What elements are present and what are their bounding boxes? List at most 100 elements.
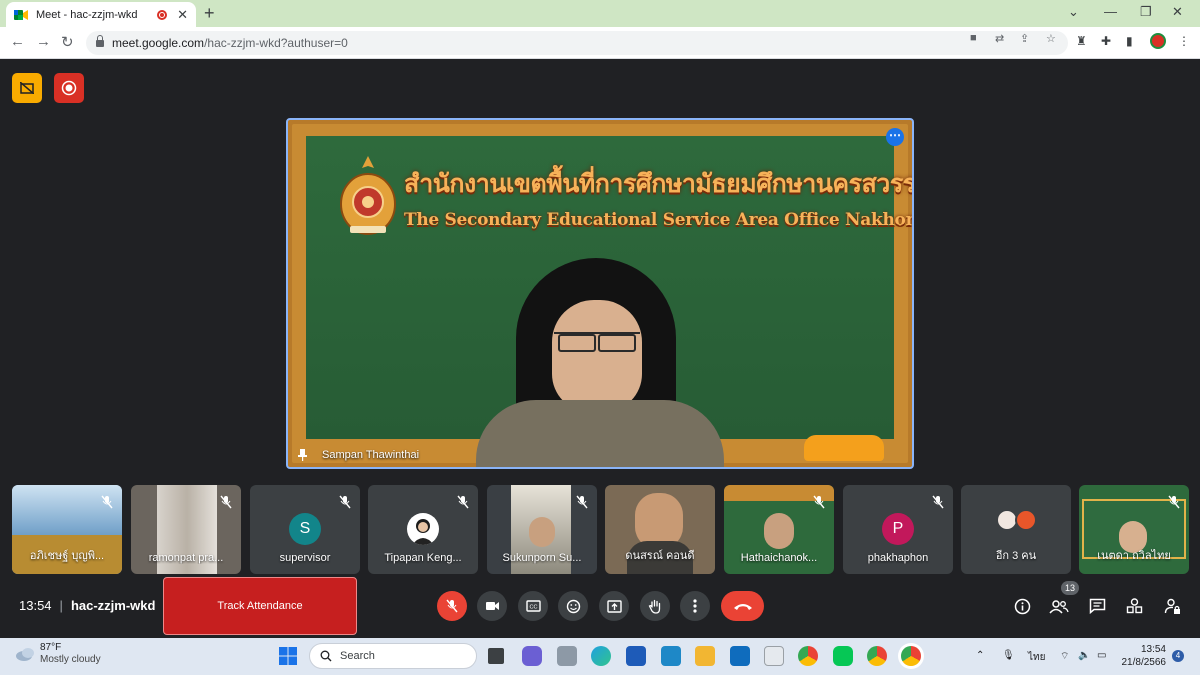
info-icon (1014, 598, 1030, 614)
chrome-profile-icon[interactable] (867, 646, 887, 666)
participant-tile[interactable]: Hathaichanok... (724, 485, 834, 574)
mic-off-icon (339, 495, 351, 509)
meeting-code: hac-zzjm-wkd (70, 598, 156, 613)
word-icon[interactable] (626, 646, 646, 666)
input-language[interactable]: ไทย (1028, 650, 1045, 665)
window-close-button[interactable]: ✕ (1172, 4, 1183, 20)
participant-tile[interactable]: Tipapan Keng... (368, 485, 478, 574)
bookmark-star-icon[interactable]: ☆ (1046, 32, 1056, 45)
mic-off-icon (101, 495, 113, 509)
new-tab-button[interactable]: + (204, 3, 215, 24)
recording-icon[interactable] (54, 73, 84, 103)
people-icon (1049, 599, 1069, 614)
more-participants-tile[interactable]: อีก 3 คน (961, 485, 1071, 574)
weather-widget[interactable]: 87°F Mostly cloudy (14, 642, 101, 666)
meeting-info: 13:54 | hac-zzjm-wkd (19, 598, 156, 613)
participant-tile[interactable]: ramonpat pra... (131, 485, 241, 574)
wifi-icon[interactable]: ⌔ (1060, 650, 1069, 663)
tab-close-icon[interactable]: ✕ (177, 7, 188, 23)
maximize-button[interactable]: ❐ (1140, 4, 1152, 20)
activities-button[interactable] (1124, 596, 1144, 616)
file-explorer-icon[interactable] (695, 646, 715, 666)
leave-call-button[interactable] (721, 591, 764, 621)
present-screen-button[interactable] (599, 591, 629, 621)
minimize-button[interactable]: — (1104, 4, 1117, 19)
extension-icon[interactable]: ♜ (1076, 34, 1087, 48)
edge-browser-icon[interactable] (591, 646, 611, 666)
back-arrow-icon[interactable]: ← (10, 33, 25, 50)
show-hidden-icons-chevron[interactable]: ⌃ (976, 650, 984, 661)
browser-toolbar: ← → ↻ meet.google.com/hac-zzjm-wkd?authu… (0, 27, 1200, 59)
task-view-icon[interactable] (488, 648, 504, 664)
reload-icon[interactable]: ↻ (61, 33, 74, 51)
snipping-tool-icon[interactable] (764, 646, 784, 666)
more-options-icon[interactable]: ⋯ (886, 128, 904, 146)
profile-avatar[interactable] (1150, 33, 1166, 49)
participant-tile[interactable]: S supervisor (250, 485, 360, 574)
battery-icon[interactable]: ▭ (1097, 650, 1106, 661)
pin-icon[interactable] (298, 449, 307, 461)
camera-in-use-icon[interactable]: ■ (970, 32, 977, 44)
track-attendance-button[interactable]: Track Attendance (163, 577, 357, 635)
tab-search-icon[interactable]: ⌄ (1068, 4, 1079, 20)
widgets-icon[interactable] (557, 646, 577, 666)
participant-tile[interactable]: P phakhaphon (843, 485, 953, 574)
participant-avatar: P (882, 513, 914, 545)
participant-tile[interactable]: เนตดา ถวิลไทย (1079, 485, 1189, 574)
translate-icon[interactable]: ⇄ (995, 32, 1004, 45)
line-app-icon[interactable] (833, 646, 853, 666)
weather-temperature: 87°F (40, 642, 62, 653)
more-options-button[interactable] (680, 591, 710, 621)
participant-name: Hathaichanok... (740, 552, 818, 564)
microphone-off-button[interactable] (437, 591, 467, 621)
side-panel-icon[interactable]: ▮ (1126, 34, 1133, 48)
notification-count-badge[interactable]: 4 (1172, 650, 1184, 662)
windows-start-icon[interactable] (278, 646, 298, 666)
l-app-icon[interactable] (661, 646, 681, 666)
participant-tile[interactable]: อภิเชษฐ์ บุญพิ... (12, 485, 122, 574)
raise-hand-button[interactable] (640, 591, 670, 621)
chrome-active-icon[interactable] (901, 646, 921, 666)
meeting-details-button[interactable] (1012, 596, 1032, 616)
mic-off-icon (220, 495, 232, 509)
people-button[interactable] (1049, 596, 1069, 616)
participant-name: ramonpat pra... (148, 552, 224, 564)
mic-off-icon (457, 495, 469, 509)
camera-button[interactable] (477, 591, 507, 621)
host-controls-button[interactable] (1162, 596, 1182, 616)
taskbar-clock[interactable]: 13:54 21/8/2566 (1122, 643, 1167, 669)
browser-menu-icon[interactable]: ⋮ (1178, 34, 1190, 48)
weather-description: Mostly cloudy (40, 654, 101, 665)
captions-button[interactable]: CC (518, 591, 548, 621)
chat-button[interactable] (1087, 596, 1107, 616)
participant-tile[interactable]: ดนสรณ์ คอนดี (605, 485, 715, 574)
microphone-tray-icon[interactable]: 🎙 (1002, 650, 1015, 661)
mail-icon[interactable] (730, 646, 750, 666)
forward-arrow-icon[interactable]: → (36, 33, 51, 50)
reactions-button[interactable] (558, 591, 588, 621)
chalkboard-eraser (804, 435, 884, 461)
mic-off-icon (1168, 495, 1180, 509)
vertical-dots-icon (693, 599, 697, 613)
url-host: meet.google.com (112, 36, 205, 50)
extensions-puzzle-icon[interactable]: ✚ (1101, 34, 1111, 48)
obec-emblem-logo (340, 156, 396, 235)
tab-title: Meet - hac-zzjm-wkd (36, 8, 138, 21)
chrome-icon[interactable] (798, 646, 818, 666)
board-title-thai: สำนักงานเขตพื้นที่การศึกษามัธยมศึกษานครส… (404, 169, 914, 198)
browser-tab-meet[interactable]: Meet - hac-zzjm-wkd ✕ (6, 2, 196, 27)
address-bar[interactable]: meet.google.com/hac-zzjm-wkd?authuser=0 (86, 31, 1068, 55)
participant-name: เนตดา ถวิลไทย (1097, 550, 1171, 562)
url-path: /hac-zzjm-wkd?authuser=0 (204, 36, 348, 50)
present-icon (606, 599, 622, 613)
taskbar-search[interactable]: Search (309, 643, 477, 669)
teams-chat-icon[interactable] (522, 646, 542, 666)
search-icon (320, 650, 332, 662)
share-icon[interactable]: ⇪ (1020, 32, 1029, 45)
captions-off-indicator-icon[interactable] (12, 73, 42, 103)
tile-video-banner (12, 485, 122, 535)
volume-icon[interactable]: 🔈 (1078, 650, 1090, 661)
mic-off-icon (813, 495, 825, 509)
main-video-stage[interactable]: สำนักงานเขตพื้นที่การศึกษามัธยมศึกษานครส… (286, 118, 914, 469)
participant-tile[interactable]: Sukunporn Su... (487, 485, 597, 574)
